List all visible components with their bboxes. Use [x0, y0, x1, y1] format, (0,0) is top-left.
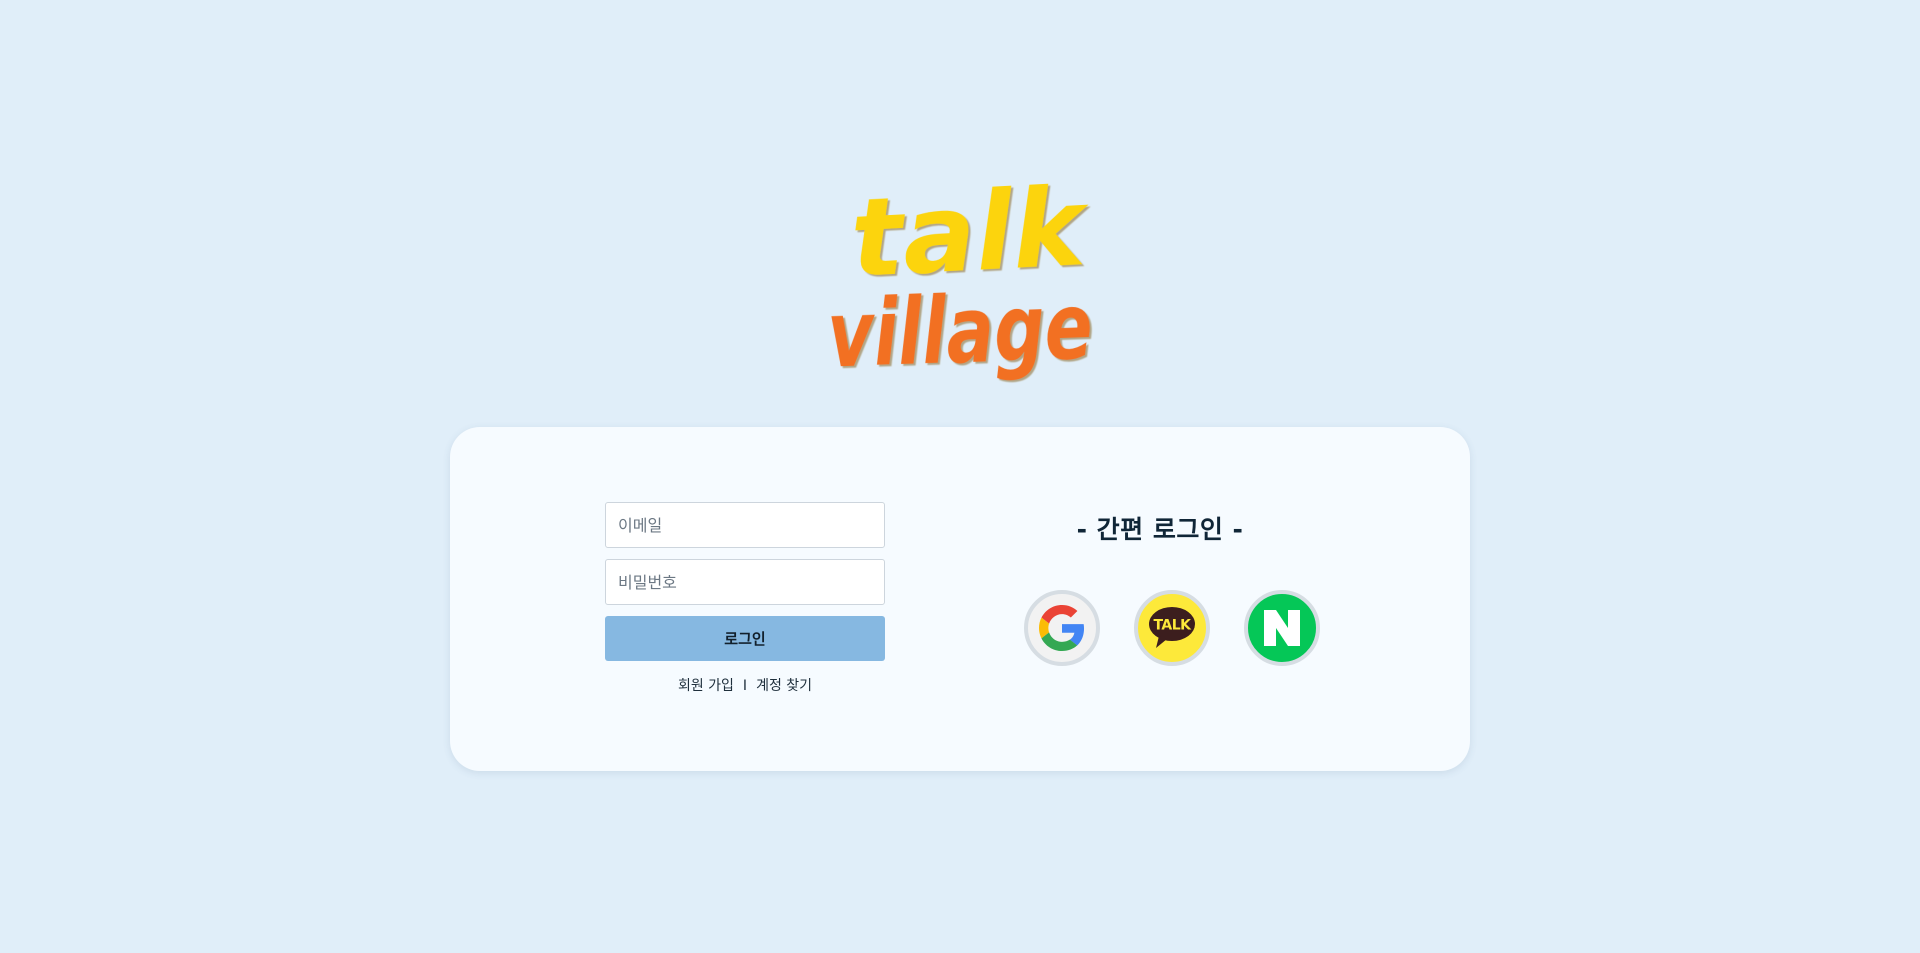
login-card: 로그인 회원 가입 I 계정 찾기 - 간편 로그인 - TALK [450, 427, 1470, 771]
google-login-button[interactable] [1024, 590, 1100, 666]
login-button[interactable]: 로그인 [605, 616, 885, 661]
kakao-talk-icon: TALK [1149, 607, 1195, 648]
link-separator: I [742, 678, 748, 694]
kakao-talk-label: TALK [1153, 618, 1192, 634]
find-account-link[interactable]: 계정 찾기 [756, 678, 812, 694]
password-input[interactable] [605, 559, 885, 605]
logo-line-village: village [826, 272, 1095, 388]
naver-logo-icon [1264, 610, 1300, 646]
easy-login-title: - 간편 로그인 - [1076, 515, 1244, 544]
google-logo-icon [1039, 605, 1085, 651]
signup-link[interactable]: 회원 가입 [678, 678, 734, 694]
naver-login-button[interactable] [1244, 590, 1320, 666]
login-page: talk village 로그인 회원 가입 I 계정 찾기 - 간편 로그인 - … [0, 0, 1920, 953]
talk-village-logo: talk village [810, 170, 1110, 410]
email-input[interactable] [605, 502, 885, 548]
account-links: 회원 가입 I 계정 찾기 [605, 675, 885, 695]
kakao-login-button[interactable]: TALK [1134, 590, 1210, 666]
